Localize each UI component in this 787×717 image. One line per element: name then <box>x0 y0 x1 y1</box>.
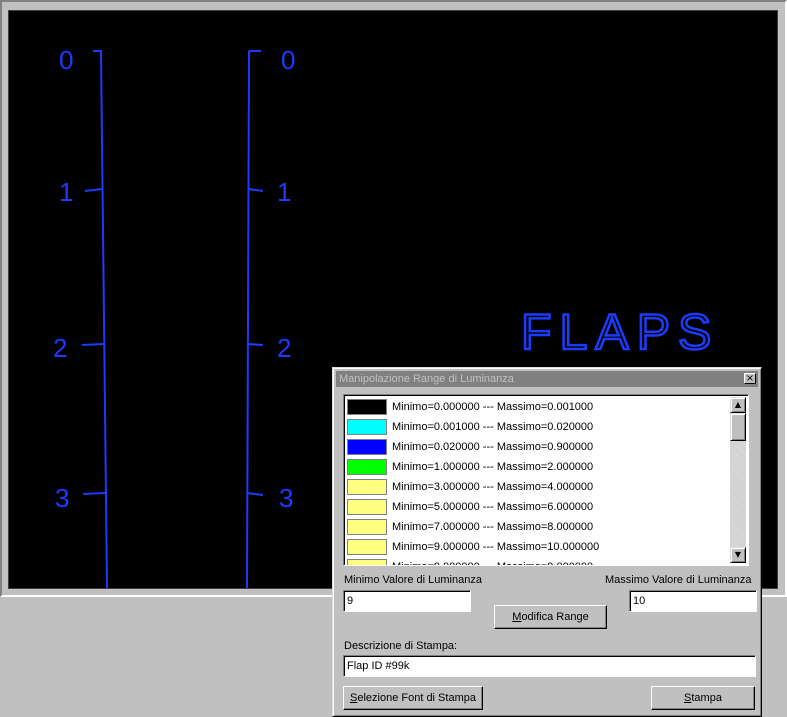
right-label-2: 2 <box>277 333 291 363</box>
range-list-item[interactable]: Minimo=5.000000 --- Massimo=6.000000 <box>346 497 730 517</box>
range-list-scrollbar[interactable]: ▲ ▼ <box>730 397 746 563</box>
dialog-titlebar[interactable]: Manipolazione Range di Luminanza × <box>336 371 758 387</box>
left-label-0: 0 <box>59 45 73 75</box>
min-luminance-input[interactable] <box>343 590 471 612</box>
range-list-item[interactable]: Minimo=0.000000 --- Massimo=0.001000 <box>346 397 730 417</box>
right-tick-3 <box>246 492 264 496</box>
range-color-swatch <box>347 459 387 475</box>
left-tick-3 <box>82 492 106 495</box>
left-label-1: 1 <box>59 177 73 207</box>
range-color-swatch <box>347 479 387 495</box>
range-list-item[interactable]: Minimo=1.000000 --- Massimo=2.000000 <box>346 457 730 477</box>
range-color-swatch <box>347 519 387 535</box>
right-tick-2 <box>246 343 264 346</box>
select-print-font-button[interactable]: Selezione Font di Stampa <box>343 686 483 710</box>
range-list-text: Minimo=0.000000 --- Massimo=0.001000 <box>392 401 594 413</box>
range-listbox[interactable]: Minimo=0.000000 --- Massimo=0.001000 Mini… <box>343 394 749 566</box>
print-button[interactable]: Stampa <box>651 686 755 710</box>
range-color-swatch <box>347 499 387 515</box>
left-tick-1 <box>84 188 103 192</box>
close-icon[interactable]: × <box>744 373 756 384</box>
range-list-text: Minimo=9.000000 --- Massimo=9.000000 <box>392 560 593 565</box>
range-list-item[interactable]: Minimo=0.020000 --- Massimo=0.900000 <box>346 437 730 457</box>
max-luminance-label: Massimo Valore di Luminanza <box>605 574 752 586</box>
left-tick-2 <box>81 343 105 346</box>
right-tick-1 <box>247 188 264 192</box>
range-list-item[interactable]: Minimo=7.000000 --- Massimo=8.000000 <box>346 517 730 537</box>
right-scale-labels: 0 1 2 3 <box>277 45 295 513</box>
right-scale-line <box>246 50 250 588</box>
min-luminance-label: Minimo Valore di Luminanza <box>344 574 482 586</box>
scroll-down-icon[interactable]: ▼ <box>730 547 746 563</box>
range-list-item[interactable]: Minimo=3.000000 --- Massimo=4.000000 <box>346 477 730 497</box>
range-color-swatch <box>347 539 387 555</box>
left-scale-line <box>100 50 108 588</box>
modify-range-button[interactable]: Modifica Range <box>494 605 607 629</box>
print-description-label: Descrizione di Stampa: <box>344 640 458 652</box>
print-description-input[interactable] <box>343 655 756 677</box>
right-scale <box>246 50 264 588</box>
range-list-text: Minimo=5.000000 --- Massimo=6.000000 <box>392 501 594 513</box>
range-list-text: Minimo=3.000000 --- Massimo=4.000000 <box>392 481 594 493</box>
range-color-swatch <box>347 399 387 415</box>
range-color-swatch <box>347 419 387 435</box>
right-label-1: 1 <box>277 177 291 207</box>
range-color-swatch <box>347 439 387 455</box>
range-list-item[interactable]: Minimo=9.000000 --- Massimo=9.000000 <box>346 557 730 565</box>
dialog-title: Manipolazione Range di Luminanza <box>339 373 514 385</box>
right-label-3: 3 <box>279 483 293 513</box>
luminance-range-dialog: Manipolazione Range di Luminanza × Minim… <box>332 367 762 717</box>
left-label-3: 3 <box>55 483 69 513</box>
left-scale-labels: 0 1 2 3 <box>53 45 73 513</box>
range-list-text: Minimo=9.000000 --- Massimo=10.000000 <box>392 541 600 553</box>
flaps-label: FLAPS <box>521 304 719 360</box>
max-luminance-input[interactable] <box>629 590 757 612</box>
scroll-up-icon[interactable]: ▲ <box>730 397 746 413</box>
range-list-item[interactable]: Minimo=0.001000 --- Massimo=0.020000 <box>346 417 730 437</box>
range-list-text: Minimo=0.020000 --- Massimo=0.900000 <box>392 441 594 453</box>
scroll-thumb[interactable] <box>730 413 746 441</box>
right-label-0: 0 <box>281 45 295 75</box>
range-list-text: Minimo=0.001000 --- Massimo=0.020000 <box>392 421 594 433</box>
left-scale <box>81 50 108 588</box>
range-list-text: Minimo=1.000000 --- Massimo=2.000000 <box>392 461 594 473</box>
range-list-item[interactable]: Minimo=9.000000 --- Massimo=10.000000 <box>346 537 730 557</box>
range-list-text: Minimo=7.000000 --- Massimo=8.000000 <box>392 521 594 533</box>
range-color-swatch <box>347 559 387 565</box>
left-label-2: 2 <box>53 333 67 363</box>
range-list-items: Minimo=0.000000 --- Massimo=0.001000 Mini… <box>346 397 730 565</box>
